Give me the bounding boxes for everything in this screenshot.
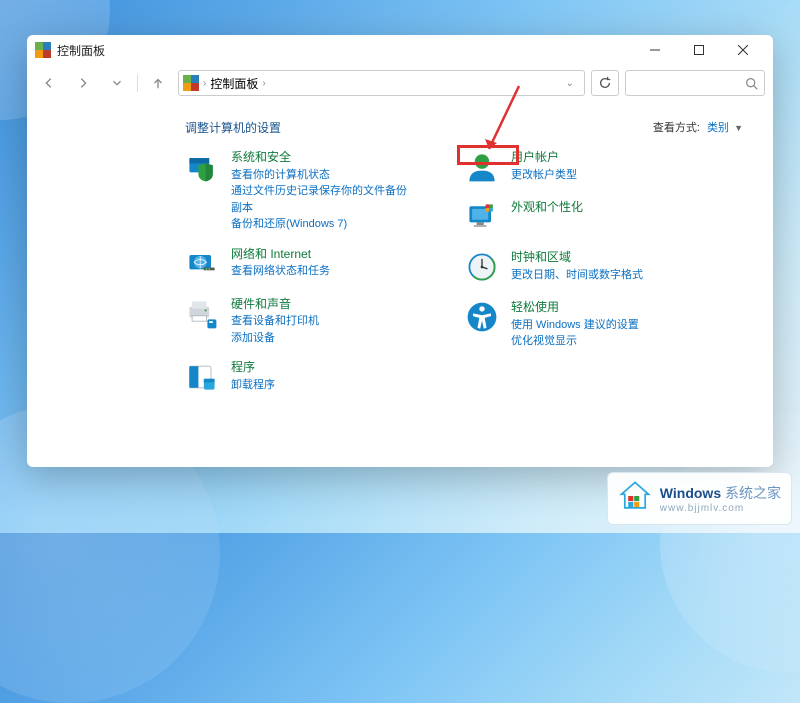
search-input[interactable] <box>625 70 765 96</box>
chevron-down-icon[interactable]: ⌄ <box>560 78 580 89</box>
category-title[interactable]: 轻松使用 <box>511 300 559 314</box>
category-sub[interactable]: 卸载程序 <box>231 377 275 394</box>
viewby-value[interactable]: 类别 <box>707 122 729 134</box>
category-sub[interactable]: 备份和还原(Windows 7) <box>231 216 407 233</box>
shield-icon <box>183 148 221 186</box>
watermark-brand: Windows 系统之家 <box>660 483 781 503</box>
window-title: 控制面板 <box>57 42 105 59</box>
programs-icon <box>183 358 221 396</box>
recent-dropdown[interactable] <box>103 69 131 97</box>
chevron-down-icon[interactable]: ▼ <box>734 123 743 133</box>
category-clock-region: 时钟和区域 更改日期、时间或数字格式 <box>455 242 695 292</box>
right-column: 用户帐户 更改帐户类型 外观和个性化 时钟和区域 更改日期、时间或数字格式 <box>455 142 695 402</box>
nav-separator <box>137 74 138 92</box>
maximize-button[interactable] <box>677 35 721 65</box>
watermark: Windows 系统之家 www.bjjmlv.com <box>607 472 792 525</box>
category-title[interactable]: 时钟和区域 <box>511 250 571 264</box>
nav-toolbar: › 控制面板 › ⌄ <box>27 65 773 101</box>
category-title[interactable]: 系统和安全 <box>231 150 291 164</box>
chevron-right-icon: › <box>262 78 265 89</box>
printer-hardware-icon <box>183 295 221 333</box>
category-title[interactable]: 外观和个性化 <box>511 200 583 214</box>
category-sub[interactable]: 查看设备和打印机 <box>231 313 319 330</box>
category-hardware-sound: 硬件和声音 查看设备和打印机 添加设备 <box>175 289 415 353</box>
close-button[interactable] <box>721 35 765 65</box>
category-title[interactable]: 网络和 Internet <box>231 247 311 261</box>
refresh-button[interactable] <box>591 70 619 96</box>
category-sub[interactable]: 更改帐户类型 <box>511 167 577 184</box>
category-sub[interactable]: 通过文件历史记录保存你的文件备份副本 <box>231 183 407 216</box>
titlebar: 控制面板 <box>27 35 773 65</box>
category-sub[interactable]: 使用 Windows 建议的设置 <box>511 317 639 334</box>
up-button[interactable] <box>144 69 172 97</box>
category-sub[interactable]: 查看网络状态和任务 <box>231 263 330 280</box>
view-by: 查看方式: 类别 ▼ <box>653 119 743 135</box>
category-network-internet: 网络和 Internet 查看网络状态和任务 <box>175 239 415 289</box>
category-programs: 程序 卸载程序 <box>175 352 415 402</box>
category-sub[interactable]: 更改日期、时间或数字格式 <box>511 267 643 284</box>
chevron-right-icon: › <box>203 78 206 89</box>
control-panel-icon <box>183 75 199 91</box>
category-sub[interactable]: 优化视觉显示 <box>511 333 639 350</box>
back-button[interactable] <box>35 69 63 97</box>
breadcrumb-root[interactable]: 控制面板 <box>210 75 258 92</box>
control-panel-window: 控制面板 › 控制面板 › ⌄ 调整计算机的设置 查看方式: 类别 ▼ <box>27 35 773 467</box>
left-column: 系统和安全 查看你的计算机状态 通过文件历史记录保存你的文件备份副本 备份和还原… <box>175 142 415 402</box>
category-appearance-personalization: 外观和个性化 <box>455 192 695 242</box>
accessibility-icon <box>463 298 501 336</box>
content-area: 调整计算机的设置 查看方式: 类别 ▼ 系统和安全 查看你的计算机状态 通过文件… <box>27 101 773 467</box>
category-title[interactable]: 硬件和声音 <box>231 297 291 311</box>
appearance-icon <box>463 198 501 236</box>
globe-network-icon <box>183 245 221 283</box>
house-logo-icon <box>618 479 652 518</box>
annotation-highlight <box>457 145 519 165</box>
category-ease-of-access: 轻松使用 使用 Windows 建议的设置 优化视觉显示 <box>455 292 695 356</box>
category-sub[interactable]: 查看你的计算机状态 <box>231 167 407 184</box>
watermark-url: www.bjjmlv.com <box>660 503 781 514</box>
minimize-button[interactable] <box>633 35 677 65</box>
category-system-security: 系统和安全 查看你的计算机状态 通过文件历史记录保存你的文件备份副本 备份和还原… <box>175 142 415 239</box>
viewby-label: 查看方式: <box>653 122 700 134</box>
forward-button[interactable] <box>69 69 97 97</box>
category-title[interactable]: 程序 <box>231 360 255 374</box>
control-panel-icon <box>35 42 51 58</box>
clock-icon <box>463 248 501 286</box>
category-sub[interactable]: 添加设备 <box>231 330 319 347</box>
